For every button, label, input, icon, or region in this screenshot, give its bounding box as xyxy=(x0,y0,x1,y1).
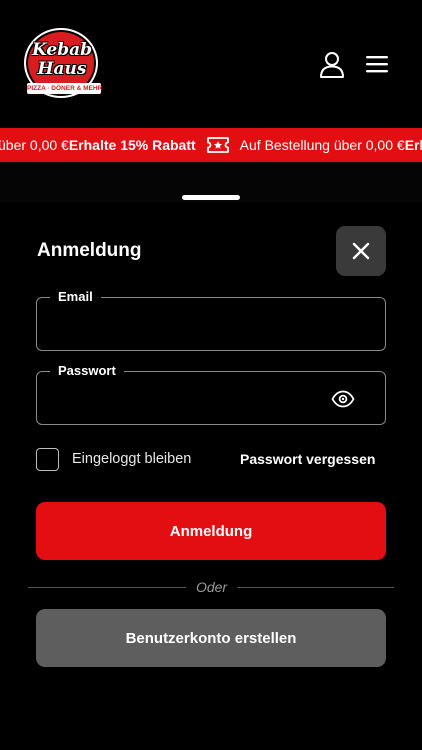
create-account-button[interactable]: Benutzerkonto erstellen xyxy=(36,609,386,667)
ticker-discount-text: Erhalte 15% Rabatt xyxy=(68,137,196,153)
eye-icon[interactable] xyxy=(331,389,355,409)
logo-tagline: PIZZA · DÖNER & MEHR xyxy=(27,83,103,94)
close-icon xyxy=(352,242,370,260)
user-icon xyxy=(320,52,344,78)
ticket-icon xyxy=(206,137,229,153)
email-field[interactable]: Email xyxy=(36,289,386,351)
close-button[interactable] xyxy=(336,226,386,276)
divider-right xyxy=(237,587,394,588)
sheet-drag-handle[interactable] xyxy=(182,195,240,200)
modal-title: Anmeldung xyxy=(37,240,142,261)
promo-ticker: über 0,00 € Erhalte 15% Rabatt Auf Beste… xyxy=(0,128,422,162)
email-label: Email xyxy=(50,289,101,305)
ticker-text: Auf Bestellung über 0,00 € xyxy=(239,137,405,153)
menu-button[interactable] xyxy=(364,52,390,76)
remember-me-label: Eingeloggt bleiben xyxy=(72,451,192,467)
hamburger-menu-icon xyxy=(366,56,388,73)
ticker-text: über 0,00 € xyxy=(0,137,69,153)
logo-word-haus: Haus xyxy=(37,59,87,79)
remember-me-checkbox[interactable] xyxy=(36,448,59,471)
logo-word-kebab: Kebab xyxy=(31,40,92,60)
email-input[interactable] xyxy=(49,312,319,338)
forgot-password-link[interactable]: Passwort vergessen xyxy=(240,451,375,467)
ticker-discount-text: Erhalte xyxy=(404,137,422,153)
login-button[interactable]: Anmeldung xyxy=(36,502,386,560)
separator-text: Oder xyxy=(195,579,228,595)
app-header: Kebab Haus PIZZA · DÖNER & MEHR xyxy=(0,0,422,128)
divider-left xyxy=(28,587,186,588)
password-input[interactable] xyxy=(49,386,319,412)
account-button[interactable] xyxy=(318,50,346,78)
ticker-track: über 0,00 € Erhalte 15% Rabatt Auf Beste… xyxy=(0,128,422,162)
kebab-haus-logo[interactable]: Kebab Haus PIZZA · DÖNER & MEHR xyxy=(23,28,103,100)
password-label: Passwort xyxy=(50,363,124,379)
password-field[interactable]: Passwort xyxy=(36,363,386,425)
